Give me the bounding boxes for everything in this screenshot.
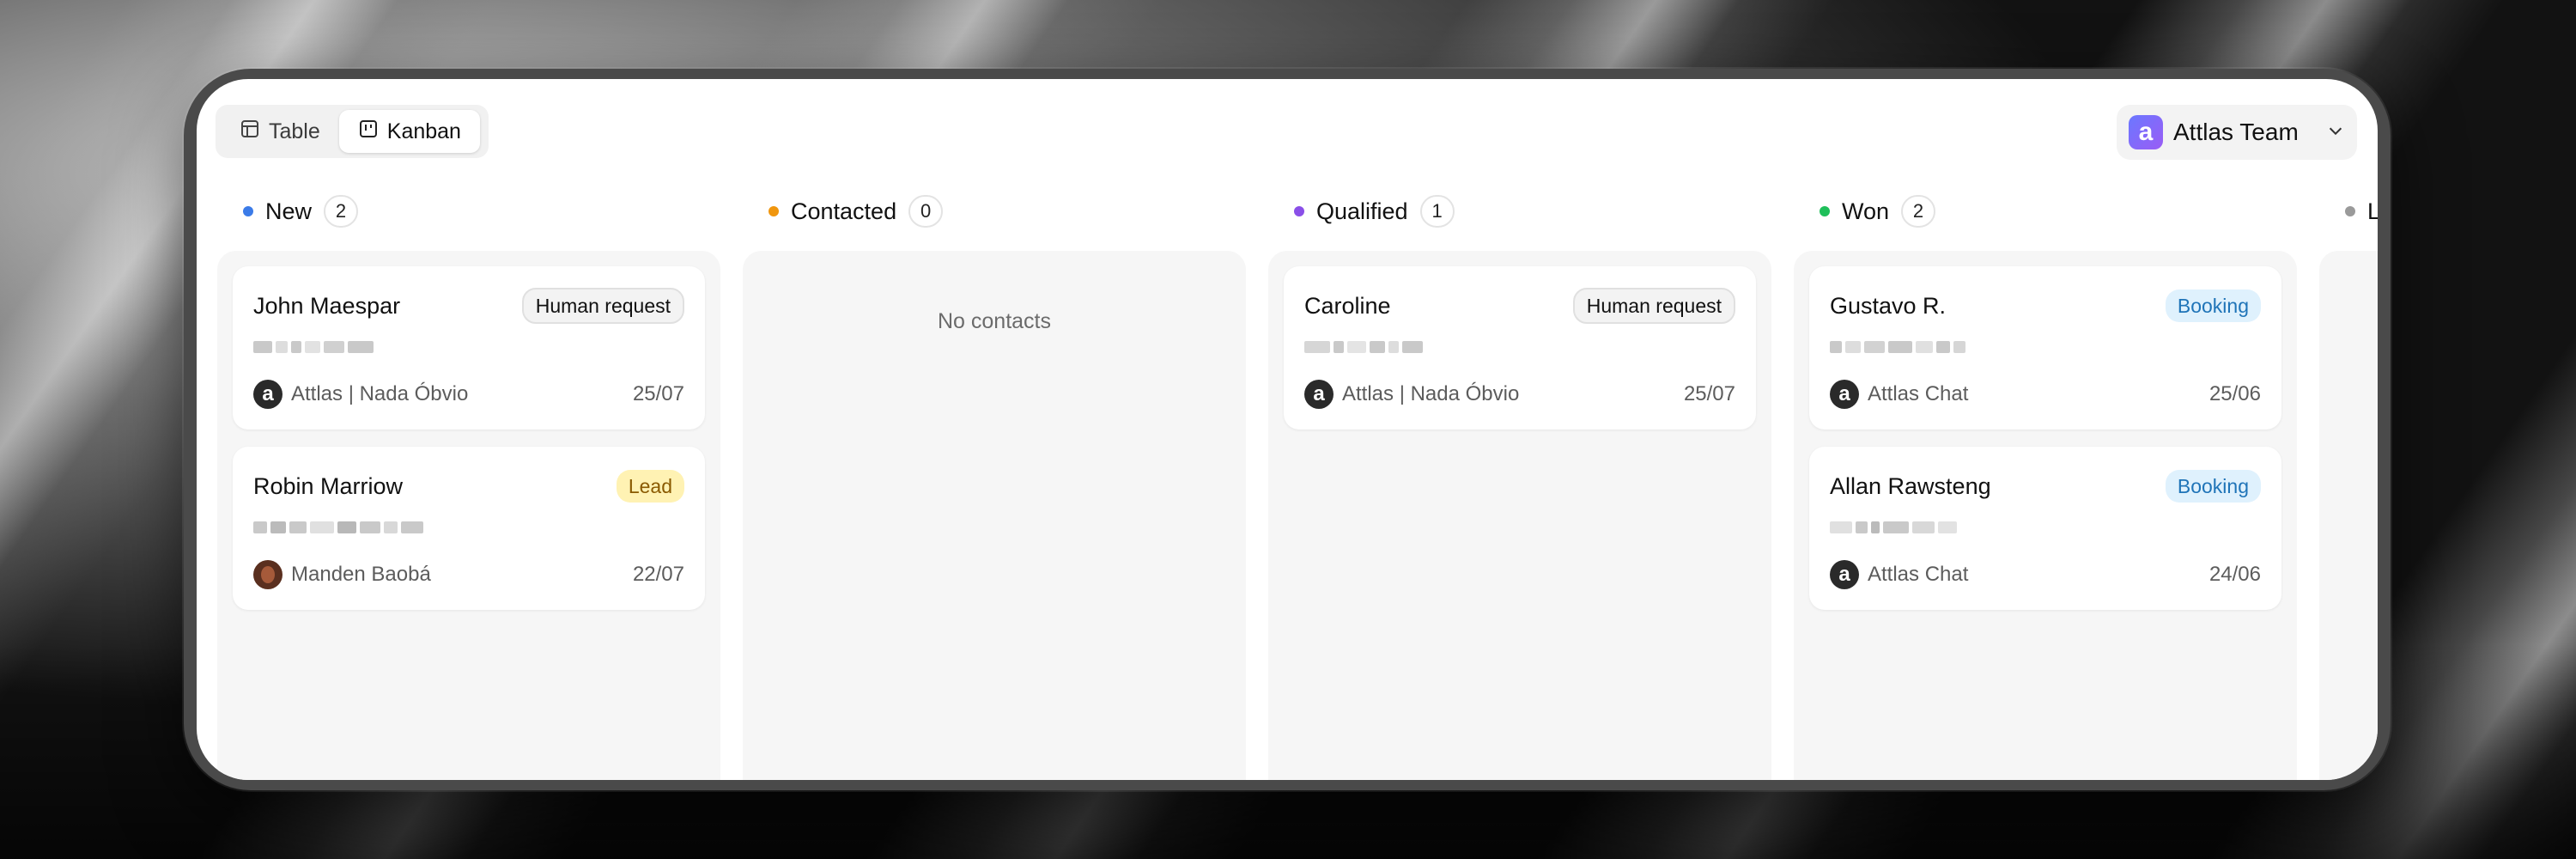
- column-contacted: Contacted 0 No contacts: [743, 191, 1246, 780]
- source-label: Attlas | Nada Óbvio: [291, 382, 469, 405]
- column-count: 0: [908, 195, 944, 228]
- contact-card[interactable]: Allan Rawsteng Booking a Attlas Chat 24/…: [1809, 447, 2281, 610]
- contact-name: Caroline: [1304, 292, 1391, 319]
- contact-tag: Human request: [1572, 288, 1735, 324]
- column-lost: Lost: [2319, 191, 2378, 780]
- contact-source: a Attlas Chat: [1830, 380, 1968, 409]
- status-dot: [769, 206, 779, 216]
- column-qualified: Qualified 1 Caroline Human request a Att…: [1268, 191, 1771, 780]
- contact-date: 25/07: [1683, 382, 1735, 405]
- redacted-text: [1830, 338, 2261, 356]
- column-header: Contacted 0: [743, 191, 1246, 232]
- column-body: [2319, 251, 2378, 780]
- contact-date: 25/06: [2208, 382, 2261, 405]
- contact-card[interactable]: Caroline Human request a Attlas | Nada Ó…: [1284, 266, 1756, 430]
- redacted-text: [253, 519, 684, 536]
- chevron-down-icon: [2326, 121, 2345, 144]
- contact-tag: Human request: [521, 288, 684, 324]
- column-header: Lost: [2319, 191, 2378, 232]
- column-new: New 2 John Maespar Human request a Attla…: [217, 191, 720, 780]
- status-dot: [1294, 206, 1304, 216]
- column-title: New: [265, 198, 313, 224]
- contact-name: Allan Rawsteng: [1830, 472, 1991, 499]
- column-body: Caroline Human request a Attlas | Nada Ó…: [1268, 251, 1771, 780]
- column-title: Contacted: [791, 198, 897, 224]
- contact-tag: Lead: [616, 470, 684, 503]
- source-label: Manden Baobá: [291, 563, 431, 586]
- kanban-board: New 2 John Maespar Human request a Attla…: [197, 191, 2378, 780]
- table-view-button[interactable]: Table: [221, 110, 339, 153]
- contact-card[interactable]: Gustavo R. Booking a Attlas Chat 25/06: [1809, 266, 2281, 430]
- column-won: Won 2 Gustavo R. Booking a Attlas Chat 2…: [1794, 191, 2297, 780]
- column-title: Qualified: [1316, 198, 1408, 224]
- team-switcher[interactable]: a Attlas Team: [2117, 105, 2357, 160]
- source-label: Attlas | Nada Óbvio: [1342, 382, 1520, 405]
- view-toggle: Table Kanban: [216, 105, 489, 158]
- empty-state-text: No contacts: [937, 309, 1051, 333]
- app-window: Table Kanban a Attlas Team New 2 John Ma…: [197, 79, 2378, 780]
- team-logo: a: [2129, 115, 2163, 149]
- contact-source: a Attlas Chat: [1830, 560, 1968, 589]
- column-title: Lost: [2367, 198, 2378, 224]
- attlas-logo-icon: a: [1304, 380, 1334, 409]
- status-dot: [243, 206, 253, 216]
- kanban-view-button[interactable]: Kanban: [338, 110, 480, 153]
- contact-date: 25/07: [632, 382, 684, 405]
- column-count: 1: [1419, 195, 1455, 228]
- table-view-label: Table: [269, 119, 320, 143]
- avatar-icon: [253, 560, 283, 589]
- team-name: Attlas Team: [2173, 119, 2299, 145]
- redacted-text: [1304, 338, 1735, 356]
- contact-date: 22/07: [632, 563, 684, 586]
- contact-source: a Attlas | Nada Óbvio: [253, 380, 468, 409]
- column-count: 2: [324, 195, 359, 228]
- column-count: 2: [1901, 195, 1936, 228]
- status-dot: [2345, 206, 2355, 216]
- column-body: John Maespar Human request a Attlas | Na…: [217, 251, 720, 780]
- contact-name: John Maespar: [253, 292, 401, 319]
- column-title: Won: [1842, 198, 1890, 224]
- column-header: Won 2: [1794, 191, 2297, 232]
- column-body: Gustavo R. Booking a Attlas Chat 25/06 A…: [1794, 251, 2297, 780]
- contact-tag: Booking: [2165, 470, 2261, 503]
- kanban-icon: [358, 119, 379, 145]
- redacted-text: [1830, 519, 2261, 536]
- contact-source: Manden Baobá: [253, 560, 431, 589]
- table-icon: [240, 119, 260, 145]
- attlas-logo-icon: a: [1830, 380, 1859, 409]
- contact-tag: Booking: [2165, 289, 2261, 322]
- source-label: Attlas Chat: [1868, 382, 1969, 405]
- contact-card[interactable]: John Maespar Human request a Attlas | Na…: [233, 266, 705, 430]
- contact-name: Gustavo R.: [1830, 292, 1947, 319]
- attlas-logo-icon: a: [1830, 560, 1859, 589]
- source-label: Attlas Chat: [1868, 563, 1969, 586]
- redacted-text: [253, 338, 684, 356]
- contact-date: 24/06: [2208, 563, 2261, 586]
- contact-card[interactable]: Robin Marriow Lead Manden Baobá 22/07: [233, 447, 705, 610]
- attlas-logo-icon: a: [253, 380, 283, 409]
- status-dot: [1820, 206, 1830, 216]
- column-header: Qualified 1: [1268, 191, 1771, 232]
- contact-name: Robin Marriow: [253, 472, 404, 499]
- kanban-view-label: Kanban: [386, 119, 461, 143]
- column-header: New 2: [217, 191, 720, 232]
- column-body: No contacts: [743, 251, 1246, 780]
- contact-source: a Attlas | Nada Óbvio: [1304, 380, 1519, 409]
